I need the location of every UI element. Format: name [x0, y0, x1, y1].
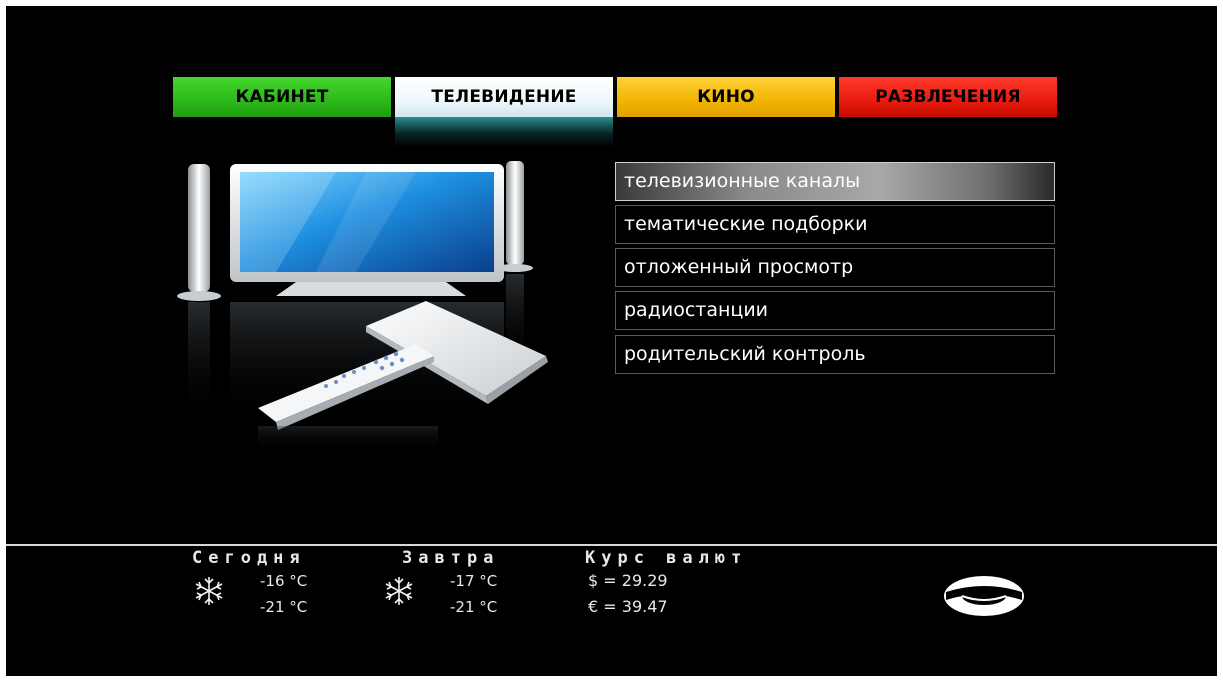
active-tab-indicator — [395, 117, 613, 147]
snowflake-icon — [195, 577, 223, 605]
tab-cinema[interactable]: КИНО — [617, 77, 835, 117]
today-high-temp: -16 °C — [260, 572, 308, 590]
menu-item-radio-stations[interactable]: радиостанции — [615, 291, 1055, 330]
menu-item-parental-control[interactable]: родительский контроль — [615, 335, 1055, 374]
currency-label: Курс валют — [585, 548, 748, 568]
tv-illustration — [177, 161, 548, 452]
usd-rate: $ = 29.29 — [588, 571, 668, 590]
weather-tomorrow-label: Завтра — [402, 548, 500, 568]
weather-today-label: Сегодня — [192, 548, 306, 568]
menu-item-tv-channels[interactable]: телевизионные каналы — [615, 162, 1055, 201]
volgatelecom-logo — [944, 576, 1024, 616]
tomorrow-high-temp: -17 °C — [450, 572, 498, 590]
menu-item-delayed-viewing[interactable]: отложенный просмотр — [615, 248, 1055, 287]
tab-television[interactable]: ТЕЛЕВИДЕНИЕ — [395, 77, 613, 117]
tomorrow-low-temp: -21 °C — [450, 598, 498, 616]
menu-item-thematic-collections[interactable]: тематические подборки — [615, 205, 1055, 244]
tv-portal-screen: КАБИНЕТ ТЕЛЕВИДЕНИЕ КИНО РАЗВЛЕЧЕНИЯ тел… — [6, 6, 1217, 676]
tab-cabinet[interactable]: КАБИНЕТ — [173, 77, 391, 117]
tab-entertainment[interactable]: РАЗВЛЕЧЕНИЯ — [839, 77, 1057, 117]
snowflake-icon — [385, 577, 413, 605]
eur-rate: € = 39.47 — [588, 597, 668, 616]
today-low-temp: -21 °C — [260, 598, 308, 616]
divider — [6, 544, 1217, 546]
